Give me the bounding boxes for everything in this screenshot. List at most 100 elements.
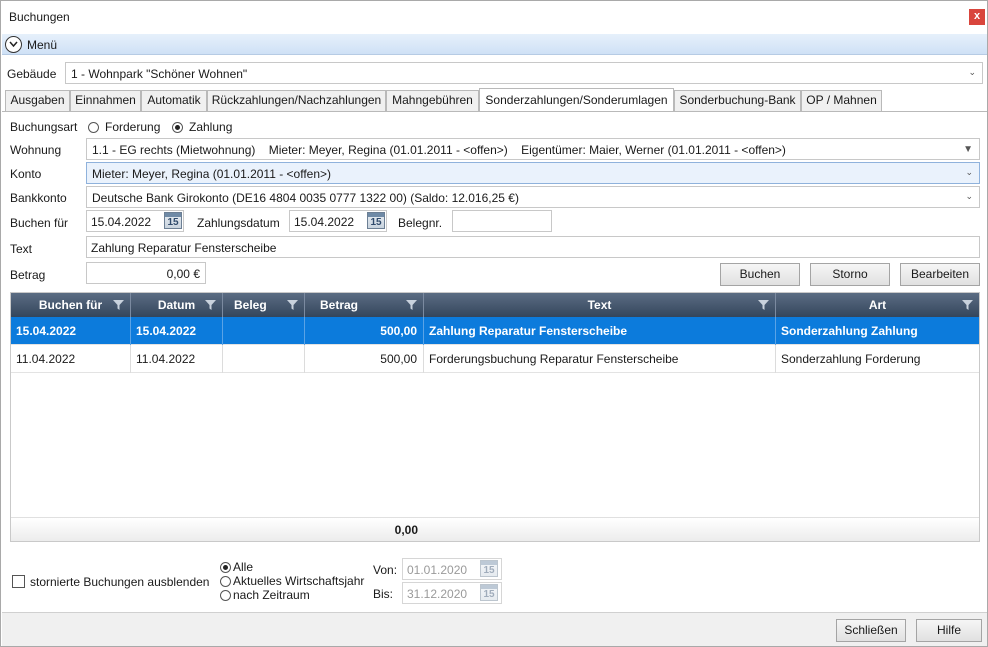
cell-text: Zahlung Reparatur Fensterscheibe — [424, 317, 776, 345]
zahlungsdatum-label: Zahlungsdatum — [197, 216, 280, 230]
column-header-text[interactable]: Text — [424, 293, 776, 317]
cell-beleg — [223, 345, 305, 373]
cell-art: Sonderzahlung Forderung — [781, 352, 921, 366]
cell-text: Forderungsbuchung Reparatur Fensterschei… — [424, 345, 776, 373]
buchungsart-label: Buchungsart — [10, 120, 78, 134]
filter-icon[interactable] — [962, 300, 973, 310]
column-header-label: Datum — [157, 298, 196, 312]
close-button[interactable]: x — [969, 9, 985, 25]
konto-select[interactable]: Mieter: Meyer, Regina (01.01.2011 - <off… — [86, 162, 980, 184]
radio-forderung-label[interactable]: Forderung — [105, 120, 160, 134]
radio-zahlung-label[interactable]: Zahlung — [189, 120, 232, 134]
tab-sonderbuchung-bank[interactable]: Sonderbuchung-Bank — [674, 90, 801, 111]
column-header-datum[interactable]: Datum — [131, 293, 223, 317]
radio-zeitraum[interactable] — [220, 590, 231, 601]
chevron-down-icon: ⌄ — [968, 67, 976, 77]
window-title: Buchungen — [9, 10, 70, 24]
menu-label[interactable]: Menü — [27, 38, 57, 52]
column-header-label: Betrag — [320, 298, 359, 312]
text-value: Zahlung Reparatur Fensterscheibe — [91, 241, 277, 255]
column-header-art[interactable]: Art — [776, 293, 979, 317]
menu-bar[interactable]: Menü — [2, 34, 987, 55]
bearbeiten-button[interactable]: Bearbeiten — [900, 263, 980, 286]
von-label: Von: — [373, 563, 398, 577]
gebaeude-value: 1 - Wohnpark "Schöner Wohnen" — [71, 67, 248, 81]
radio-forderung[interactable] — [88, 122, 99, 133]
calendar-icon[interactable]: 15 — [480, 584, 498, 601]
betrag-value: 0,00 € — [166, 267, 200, 281]
schliessen-button[interactable]: Schließen — [836, 619, 906, 642]
calendar-icon[interactable]: 15 — [367, 212, 385, 229]
text-input[interactable]: Zahlung Reparatur Fensterscheibe — [86, 236, 980, 258]
storno-button[interactable]: Storno — [810, 263, 890, 286]
betrag-total: 0,00 — [394, 523, 418, 537]
calendar-icon[interactable]: 15 — [480, 560, 498, 577]
radio-wirtschaftsjahr-label[interactable]: Aktuelles Wirtschaftsjahr — [233, 574, 364, 588]
bottom-bar: Schließen Hilfe — [2, 612, 987, 646]
chevron-down-icon: ⌄ — [965, 191, 973, 201]
radio-wirtschaftsjahr[interactable] — [220, 576, 231, 587]
buchen-fuer-value: 15.04.2022 — [91, 215, 152, 229]
column-header-beleg[interactable]: Beleg — [223, 293, 305, 317]
text-label: Text — [10, 242, 33, 256]
cell-beleg — [223, 317, 305, 345]
cell-datum: 15.04.2022 — [131, 317, 223, 345]
von-value: 01.01.2020 — [407, 563, 468, 577]
dropdown-arrow-icon: ▼ — [963, 144, 973, 155]
calendar-icon[interactable]: 15 — [164, 212, 182, 229]
cell-betrag: 500,00 — [305, 317, 424, 345]
stornierte-label[interactable]: stornierte Buchungen ausblenden — [30, 575, 209, 589]
chevron-down-icon[interactable] — [5, 36, 22, 53]
tab-ausgaben[interactable]: Ausgaben — [5, 90, 70, 111]
column-header-betrag[interactable]: Betrag — [305, 293, 424, 317]
tab-op-mahnen[interactable]: OP / Mahnen — [801, 90, 882, 111]
table-row[interactable]: 11.04.2022 11.04.2022 500,00 Forderungsb… — [11, 345, 979, 373]
column-header-label: Art — [868, 298, 887, 312]
bis-value: 31.12.2020 — [407, 587, 468, 601]
table-header: Buchen für Datum Beleg Betrag Text Art — [11, 293, 979, 317]
belegnr-label: Belegnr. — [398, 216, 443, 230]
buchungen-window: Buchungen x Menü Gebäude 1 - Wohnpark "S… — [0, 0, 988, 647]
radio-zeitraum-label[interactable]: nach Zeitraum — [233, 588, 310, 602]
column-header-label: Beleg — [234, 298, 267, 312]
buchen-fuer-label: Buchen für — [10, 216, 69, 230]
column-header-buchen-fuer[interactable]: Buchen für — [11, 293, 131, 317]
hilfe-button[interactable]: Hilfe — [916, 619, 982, 642]
radio-alle-label[interactable]: Alle — [233, 560, 253, 574]
cell-datum: 11.04.2022 — [131, 345, 223, 373]
radio-zahlung[interactable] — [172, 122, 183, 133]
tab-einnahmen[interactable]: Einnahmen — [70, 90, 141, 111]
bis-label: Bis: — [373, 587, 394, 601]
cell-buchen-fuer: 11.04.2022 — [11, 345, 131, 373]
stornierte-checkbox[interactable] — [12, 575, 25, 588]
buchungen-table: Buchen für Datum Beleg Betrag Text Art 1… — [10, 292, 980, 542]
betrag-input[interactable]: 0,00 € — [86, 262, 206, 284]
wohnung-value: 1.1 - EG rechts (Mietwohnung) Mieter: Me… — [92, 143, 786, 157]
cell-art: Sonderzahlung Zahlung — [781, 324, 918, 338]
wohnung-select[interactable]: 1.1 - EG rechts (Mietwohnung) Mieter: Me… — [86, 138, 980, 160]
tab-rueckzahlungen[interactable]: Rückzahlungen/Nachzahlungen — [207, 90, 386, 111]
buchen-button[interactable]: Buchen — [720, 263, 800, 286]
tab-sonderzahlungen[interactable]: Sonderzahlungen/Sonderumlagen — [479, 88, 674, 112]
table-row[interactable]: 15.04.2022 15.04.2022 500,00 Zahlung Rep… — [11, 317, 979, 345]
table-summary-row: 0,00 — [11, 517, 979, 541]
column-header-label: Buchen für — [38, 298, 103, 312]
betrag-label: Betrag — [10, 268, 46, 282]
bankkonto-value: Deutsche Bank Girokonto (DE16 4804 0035 … — [92, 191, 519, 205]
filter-icon[interactable] — [205, 300, 216, 310]
gebaeude-select[interactable]: 1 - Wohnpark "Schöner Wohnen" ⌄ — [65, 62, 983, 84]
tab-mahngebuehren[interactable]: Mahngebühren — [386, 90, 479, 111]
filter-icon[interactable] — [287, 300, 298, 310]
zahlungsdatum-value: 15.04.2022 — [294, 215, 355, 229]
filter-icon[interactable] — [406, 300, 417, 310]
filter-icon[interactable] — [758, 300, 769, 310]
bankkonto-select[interactable]: Deutsche Bank Girokonto (DE16 4804 0035 … — [86, 186, 980, 208]
cell-buchen-fuer: 15.04.2022 — [11, 317, 131, 345]
tab-automatik[interactable]: Automatik — [141, 90, 207, 111]
bankkonto-label: Bankkonto — [10, 191, 67, 205]
radio-alle[interactable] — [220, 562, 231, 573]
belegnr-input[interactable] — [452, 210, 552, 232]
column-header-label: Text — [587, 298, 612, 312]
gebaeude-label: Gebäude — [7, 67, 57, 81]
filter-icon[interactable] — [113, 300, 124, 310]
